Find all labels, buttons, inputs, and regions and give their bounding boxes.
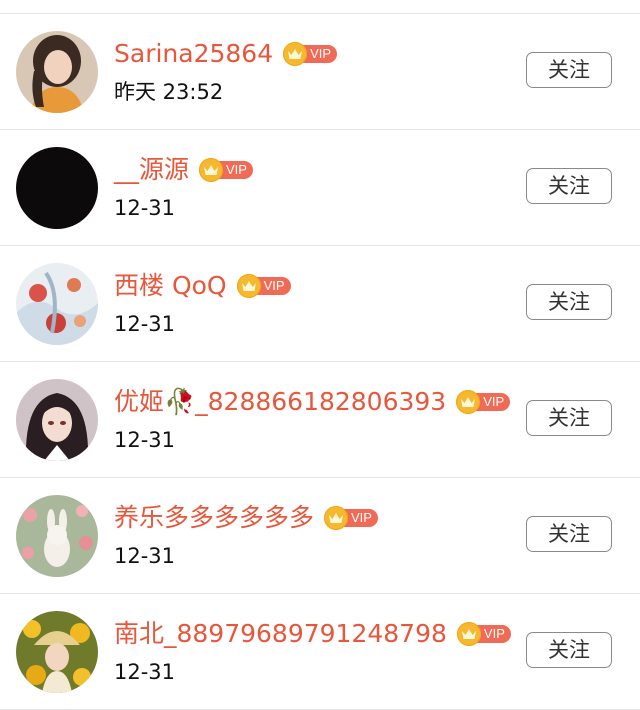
avatar[interactable] [16, 611, 98, 693]
vip-badge: VIP [456, 622, 511, 646]
name-line: 优姬🥀_828866182806393 VIP [114, 386, 511, 418]
user-name[interactable]: Sarina25864 [114, 39, 273, 69]
vip-badge: VIP [236, 274, 291, 298]
name-line: 西楼 QoQ VIP [114, 270, 291, 302]
avatar[interactable] [16, 31, 98, 113]
avatar[interactable] [16, 263, 98, 345]
list-item[interactable]: 西楼 QoQ VIP 12-31 关注 [0, 246, 640, 362]
timestamp: 12-31 [114, 312, 176, 336]
crown-icon [236, 274, 261, 298]
timestamp: 12-31 [114, 544, 176, 568]
crown-icon [199, 158, 224, 182]
timestamp: 昨天 23:52 [114, 80, 224, 104]
crown-icon [324, 506, 349, 530]
user-name[interactable]: 西楼 QoQ [114, 271, 227, 301]
vip-badge: VIP [456, 390, 511, 414]
list-item[interactable]: __源源 VIP 12-31 关注 [0, 130, 640, 246]
name-line: __源源 VIP [114, 154, 253, 186]
avatar[interactable] [16, 147, 98, 229]
list-item[interactable]: 南北_88979689791248798 VIP 12-31 关注 [0, 594, 640, 710]
vip-badge: VIP [283, 42, 338, 66]
list-item[interactable]: 优姬🥀_828866182806393 VIP 12-31 关注 [0, 362, 640, 478]
user-name[interactable]: 养乐多多多多多多 [114, 503, 314, 533]
name-line: Sarina25864 VIP [114, 38, 338, 70]
follow-button[interactable]: 关注 [526, 284, 612, 320]
user-name[interactable]: 南北_88979689791248798 [114, 619, 447, 649]
user-name[interactable]: __源源 [114, 155, 189, 185]
list-item[interactable]: Sarina25864 VIP 昨天 23:52 关注 [0, 14, 640, 130]
top-divider [0, 0, 640, 14]
follow-button[interactable]: 关注 [526, 516, 612, 552]
follow-button[interactable]: 关注 [526, 52, 612, 88]
follow-button[interactable]: 关注 [526, 400, 612, 436]
name-line: 养乐多多多多多多 VIP [114, 502, 378, 534]
avatar[interactable] [16, 495, 98, 577]
crown-icon [456, 622, 481, 646]
name-line: 南北_88979689791248798 VIP [114, 618, 511, 650]
timestamp: 12-31 [114, 428, 176, 452]
list-item[interactable]: 养乐多多多多多多 VIP 12-31 关注 [0, 478, 640, 594]
user-list: Sarina25864 VIP 昨天 23:52 关注 __源源 VIP 12-… [0, 14, 640, 710]
timestamp: 12-31 [114, 660, 176, 684]
vip-badge: VIP [324, 506, 378, 530]
crown-icon [283, 42, 308, 66]
avatar[interactable] [16, 379, 98, 461]
vip-badge: VIP [199, 158, 253, 182]
timestamp: 12-31 [114, 196, 176, 220]
follow-button[interactable]: 关注 [526, 632, 612, 668]
user-name[interactable]: 优姬🥀_828866182806393 [114, 387, 446, 417]
follow-button[interactable]: 关注 [526, 168, 612, 204]
